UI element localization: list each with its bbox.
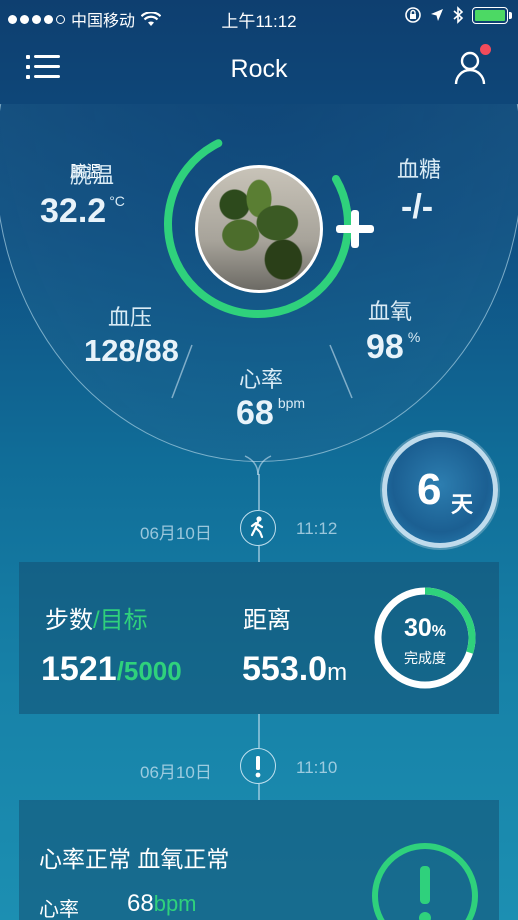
health-hr-value: 68 [127, 890, 154, 917]
health-hr-group: 68bpm [127, 890, 197, 918]
timeline-node [240, 748, 276, 784]
streak-days: 6 [417, 465, 442, 514]
timeline-connector [258, 714, 260, 748]
timeline-date: 06月10日 [140, 524, 212, 543]
timeline-time: 11:10 [296, 758, 338, 777]
alert-icon [255, 756, 261, 778]
timeline-connector [258, 784, 260, 800]
steps-card[interactable]: 步数/目标 1521/5000 距离 553.0m 30% 完成度 [19, 562, 499, 714]
distance-label: 距离 [243, 607, 291, 634]
completion-value: 30 [403, 614, 432, 642]
plus-icon[interactable] [332, 206, 378, 252]
timeline-node [240, 510, 276, 546]
steps-value-group: 1521/5000 [41, 650, 182, 689]
timeline-date: 06月10日 [140, 763, 212, 782]
distance-unit: m [327, 659, 348, 686]
timeline-connector [258, 546, 260, 562]
avatar[interactable] [195, 165, 323, 293]
target-value: /5000 [116, 656, 182, 686]
timeline-time: 11:12 [296, 519, 338, 538]
status-alert-icon [372, 843, 478, 920]
streak-badge[interactable]: 6 天 [382, 432, 498, 548]
streak-unit: 天 [451, 492, 474, 517]
health-status-title: 心率正常 血氧正常 [39, 846, 230, 872]
health-status-card[interactable]: 心率正常 血氧正常 心率 68bpm [19, 800, 499, 920]
completion-symbol: % [431, 623, 447, 640]
health-hr-label: 心率 [39, 899, 79, 920]
completion-percent: 30% [399, 614, 451, 643]
steps-value: 1521 [41, 650, 117, 688]
completion-caption: 完成度 [404, 650, 446, 666]
timeline-connector [258, 474, 260, 510]
health-hr-unit: bpm [153, 891, 197, 916]
target-label: /目标 [93, 607, 148, 634]
distance-value: 553.0 [242, 650, 328, 688]
steps-label: 步数 [45, 607, 93, 634]
walking-icon [250, 516, 264, 539]
distance-value-group: 553.0m [242, 650, 347, 689]
steps-heading: 步数/目标 [45, 600, 148, 635]
